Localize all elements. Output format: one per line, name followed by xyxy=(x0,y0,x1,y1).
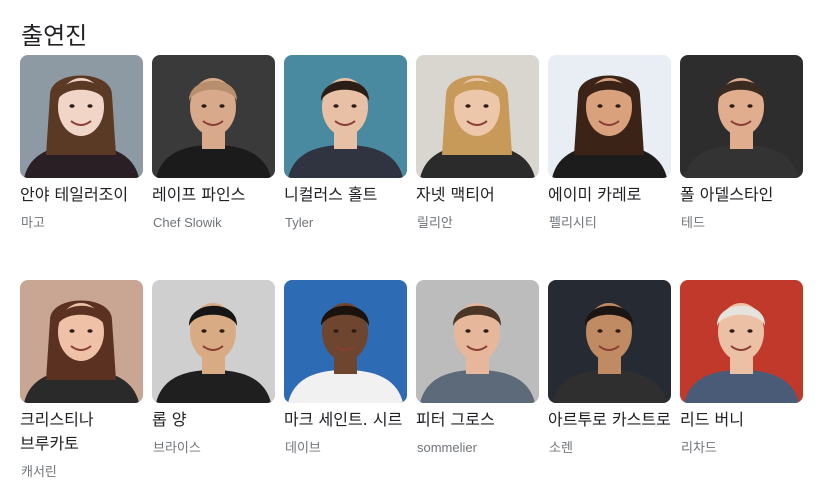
actor-name[interactable]: 롭 양 xyxy=(152,408,278,432)
actor-photo-drawing xyxy=(680,55,803,178)
photo-eye xyxy=(747,104,753,108)
actor-photo[interactable] xyxy=(20,55,143,178)
photo-eye xyxy=(465,329,471,333)
photo-eye xyxy=(483,329,489,333)
actor-photo-drawing xyxy=(416,55,539,178)
photo-eye xyxy=(333,104,339,108)
photo-eye xyxy=(69,329,75,333)
actor-name[interactable]: 마크 세인트. 시르 xyxy=(284,408,410,432)
photo-eye xyxy=(747,329,753,333)
actor-name[interactable]: 자넷 맥티어 xyxy=(416,183,542,207)
photo-eye xyxy=(219,329,225,333)
actor-name[interactable]: 에이미 카레로 xyxy=(548,183,674,207)
photo-eye xyxy=(615,104,621,108)
photo-eye xyxy=(351,329,357,333)
character-name: 캐서린 xyxy=(21,464,57,479)
actor-photo-drawing xyxy=(152,280,275,403)
actor-name[interactable]: 폴 아델스타인 xyxy=(680,183,806,207)
actor-photo-drawing xyxy=(20,280,143,403)
actor-photo[interactable] xyxy=(152,55,275,178)
actor-name[interactable]: 아르투로 카스트로 xyxy=(548,408,674,432)
actor-photo[interactable] xyxy=(548,55,671,178)
actor-photo[interactable] xyxy=(284,280,407,403)
section-title: 출연진 xyxy=(21,22,88,51)
photo-eye xyxy=(69,104,75,108)
actor-photo-drawing xyxy=(548,55,671,178)
actor-name[interactable]: 니컬러스 홀트 xyxy=(284,183,410,207)
actor-photo[interactable] xyxy=(680,55,803,178)
character-name: Tyler xyxy=(285,215,314,230)
actor-name[interactable]: 안야 테일러조이 xyxy=(20,183,146,207)
character-name: 마고 xyxy=(21,215,45,230)
photo-eye xyxy=(483,104,489,108)
character-name: Chef Slowik xyxy=(153,215,222,230)
character-name: 릴리안 xyxy=(417,215,453,230)
character-name: 브라이스 xyxy=(153,440,201,455)
actor-photo-drawing xyxy=(680,280,803,403)
photo-eye xyxy=(87,329,93,333)
photo-eye xyxy=(333,329,339,333)
character-name: 데이브 xyxy=(285,440,321,455)
character-name: 테드 xyxy=(681,215,705,230)
actor-name[interactable]: 레이프 파인스 xyxy=(152,183,278,207)
actor-photo[interactable] xyxy=(152,280,275,403)
photo-eye xyxy=(201,104,207,108)
photo-eye xyxy=(465,104,471,108)
photo-eye xyxy=(729,329,735,333)
photo-eye xyxy=(597,329,603,333)
photo-eye xyxy=(615,329,621,333)
actor-name[interactable]: 리드 버니 xyxy=(680,408,806,432)
actor-photo-drawing xyxy=(284,280,407,403)
actor-photo-drawing xyxy=(20,55,143,178)
character-name: 리차드 xyxy=(681,440,717,455)
photo-eye xyxy=(201,329,207,333)
actor-photo-drawing xyxy=(284,55,407,178)
character-name: 펠리시티 xyxy=(549,215,597,230)
photo-eye xyxy=(219,104,225,108)
actor-photo[interactable] xyxy=(416,55,539,178)
actor-photo[interactable] xyxy=(284,55,407,178)
actor-name[interactable]: 피터 그로스 xyxy=(416,408,542,432)
photo-eye xyxy=(87,104,93,108)
actor-photo-drawing xyxy=(548,280,671,403)
character-name: sommelier xyxy=(417,440,477,455)
photo-eye xyxy=(351,104,357,108)
photo-eye xyxy=(729,104,735,108)
photo-eye xyxy=(597,104,603,108)
actor-photo[interactable] xyxy=(548,280,671,403)
actor-photo-drawing xyxy=(152,55,275,178)
actor-photo-drawing xyxy=(416,280,539,403)
actor-photo[interactable] xyxy=(680,280,803,403)
actor-name[interactable]: 크리스티나 브루카토 xyxy=(20,408,146,456)
character-name: 소렌 xyxy=(549,440,573,455)
actor-photo[interactable] xyxy=(416,280,539,403)
actor-photo[interactable] xyxy=(20,280,143,403)
